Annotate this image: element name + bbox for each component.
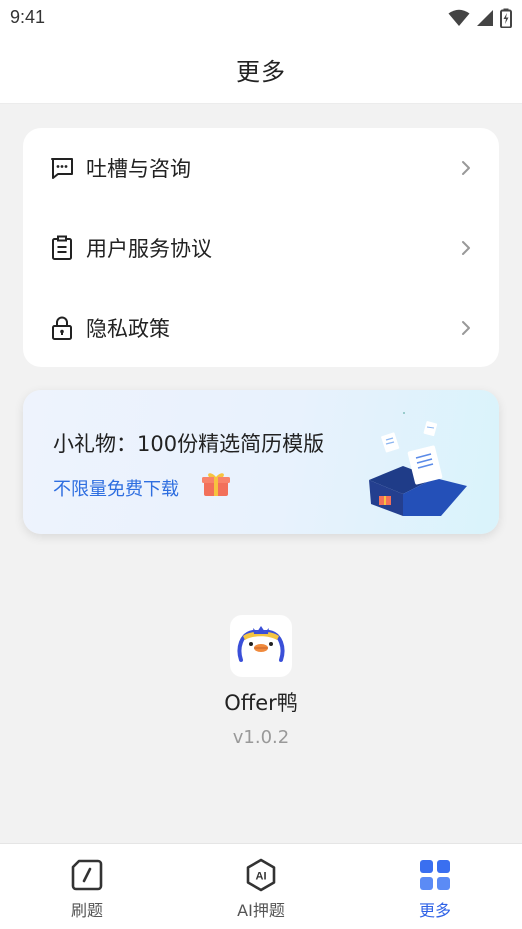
gift-title: 小礼物：100份精选简历模版 xyxy=(53,432,325,456)
chevron-right-icon xyxy=(462,320,470,335)
resume-box-illustration xyxy=(369,412,467,516)
duck-logo-icon xyxy=(237,626,285,662)
bottom-tab-bar: 刷题 AI AI押题 更多 xyxy=(0,843,522,929)
menu-item-feedback[interactable]: 吐槽与咨询 xyxy=(23,128,499,207)
chat-bubble-icon xyxy=(49,155,75,181)
menu-card: 吐槽与咨询 用户服务协议 隐私政策 xyxy=(23,128,499,367)
gift-banner[interactable]: 小礼物：100份精选简历模版 不限量免费下载 xyxy=(23,390,499,534)
chevron-right-icon xyxy=(462,160,470,175)
chevron-right-icon xyxy=(462,240,470,255)
page-title: 更多 xyxy=(236,58,286,86)
signal-icon xyxy=(477,10,493,26)
gift-icon xyxy=(202,473,230,496)
grid-icon xyxy=(418,858,452,892)
tab-label: AI押题 xyxy=(237,901,285,920)
battery-icon xyxy=(500,8,512,28)
status-bar: 9:41 xyxy=(0,0,522,36)
status-icons xyxy=(448,8,512,28)
tab-label: 刷题 xyxy=(70,901,103,920)
status-time: 9:41 xyxy=(10,7,46,27)
ai-hexagon-icon: AI xyxy=(244,858,278,892)
page-header: 更多 xyxy=(0,36,522,104)
menu-item-privacy-policy[interactable]: 隐私政策 xyxy=(23,288,499,367)
menu-item-label: 隐私政策 xyxy=(86,316,170,341)
lock-icon xyxy=(49,315,75,341)
app-name: Offer鸭 xyxy=(224,691,298,715)
menu-item-user-agreement[interactable]: 用户服务协议 xyxy=(23,208,499,287)
clipboard-icon xyxy=(49,235,75,261)
app-logo xyxy=(230,615,292,677)
menu-item-label: 吐槽与咨询 xyxy=(86,156,191,181)
menu-item-label: 用户服务协议 xyxy=(86,236,212,261)
app-version: v1.0.2 xyxy=(232,727,290,748)
wifi-icon xyxy=(448,9,470,26)
tab-more[interactable]: 更多 xyxy=(348,844,522,929)
gift-subtitle: 不限量免费下载 xyxy=(53,479,179,500)
svg-text:AI: AI xyxy=(256,871,267,883)
tab-label: 更多 xyxy=(418,901,451,920)
brush-slash-icon xyxy=(70,858,104,892)
tab-practice[interactable]: 刷题 xyxy=(0,844,174,929)
tab-ai-predict[interactable]: AI AI押题 xyxy=(174,844,348,929)
